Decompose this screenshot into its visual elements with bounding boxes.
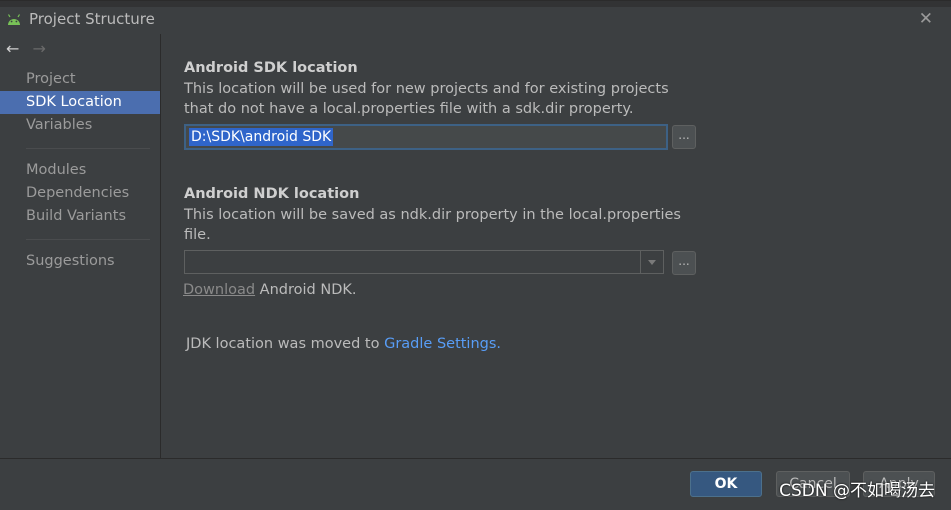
sidebar-item-project[interactable]: Project: [0, 68, 160, 91]
sdk-description-line1: This location will be used for new proje…: [184, 81, 669, 97]
sidebar-divider: [26, 239, 150, 240]
window-title: Project Structure: [29, 10, 155, 28]
ndk-download-line: Download Android NDK.: [183, 282, 357, 298]
sidebar-item-variables[interactable]: Variables: [0, 114, 160, 137]
sidebar-item-modules[interactable]: Modules: [0, 159, 160, 182]
title-bar: Project Structure ✕: [0, 0, 951, 35]
sdk-browse-button[interactable]: ...: [672, 125, 696, 149]
watermark: CSDN @不如喝汤去: [779, 481, 935, 501]
sidebar-item-dependencies[interactable]: Dependencies: [0, 182, 160, 205]
sdk-location-input[interactable]: D:\SDK\android SDK: [184, 124, 668, 150]
gradle-settings-link[interactable]: Gradle Settings.: [384, 336, 501, 352]
sidebar-item-sdk-location[interactable]: SDK Location: [0, 91, 160, 114]
ndk-heading: Android NDK location: [184, 186, 360, 202]
chevron-down-icon[interactable]: [640, 251, 663, 273]
download-ndk-link[interactable]: Download: [183, 282, 255, 298]
ndk-description-line1: This location will be saved as ndk.dir p…: [184, 207, 681, 223]
jdk-moved-text: JDK location was moved to: [186, 336, 385, 352]
ndk-browse-button[interactable]: ...: [672, 251, 696, 275]
sdk-description-line2: that do not have a local.properties file…: [184, 101, 634, 117]
forward-arrow-icon[interactable]: →: [33, 39, 46, 58]
background-bleed: [0, 1, 951, 7]
jdk-moved-line: JDK location was moved to Gradle Setting…: [186, 336, 501, 352]
ok-button[interactable]: OK: [690, 471, 762, 497]
android-icon: [7, 14, 21, 25]
back-arrow-icon[interactable]: ←: [6, 39, 19, 58]
sidebar: ← → Project SDK Location Variables Modul…: [0, 34, 161, 458]
download-ndk-suffix: Android NDK.: [255, 282, 357, 298]
main-content: Android SDK location This location will …: [161, 34, 951, 458]
sidebar-item-build-variants[interactable]: Build Variants: [0, 205, 160, 228]
close-icon[interactable]: ✕: [919, 9, 933, 29]
sidebar-item-suggestions[interactable]: Suggestions: [0, 250, 160, 273]
sdk-heading: Android SDK location: [184, 60, 358, 76]
sdk-location-value: D:\SDK\android SDK: [189, 128, 334, 146]
nav-arrows: ← →: [6, 39, 54, 58]
ndk-location-select[interactable]: [184, 250, 664, 274]
ndk-description-line2: file.: [184, 227, 211, 243]
sidebar-divider: [26, 148, 150, 149]
